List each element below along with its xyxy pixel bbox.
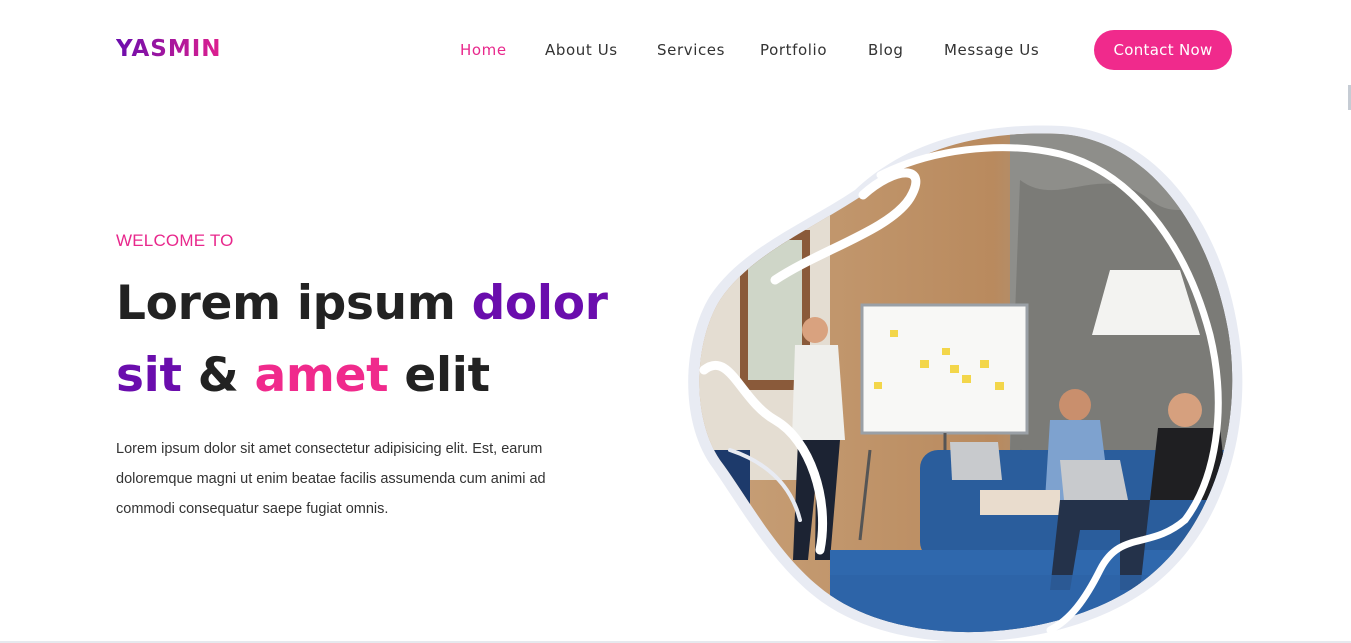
brand-logo[interactable]: YASMIN: [116, 36, 222, 62]
headline-highlight-purple-2: sit: [116, 348, 182, 403]
headline-text: Lorem ipsum: [116, 276, 472, 331]
hero-eyebrow: WELCOME TO: [116, 231, 234, 250]
headline-highlight-purple: dolor: [471, 276, 608, 331]
hero-blob-photo: [688, 125, 1243, 642]
headline-text-2: &: [181, 348, 255, 403]
hero-description: Lorem ipsum dolor sit amet consectetur a…: [116, 441, 546, 517]
nav-item-home[interactable]: Home: [460, 41, 507, 59]
nav-item-blog[interactable]: Blog: [868, 41, 904, 59]
nav-item-services[interactable]: Services: [657, 41, 725, 59]
nav-item-message-us[interactable]: Message Us: [944, 41, 1039, 59]
landing-page: YASMIN Home About Us Services Portfolio …: [0, 0, 1351, 643]
hero-image: [680, 120, 1250, 643]
nav-item-portfolio[interactable]: Portfolio: [760, 41, 827, 59]
headline-highlight-pink: amet: [254, 348, 389, 403]
headline-text-3: elit: [388, 348, 490, 403]
contact-now-button[interactable]: Contact Now: [1094, 30, 1232, 70]
hero-headline: Lorem ipsum dolor sit & amet elit: [116, 268, 616, 412]
nav-item-about-us[interactable]: About Us: [545, 41, 618, 59]
